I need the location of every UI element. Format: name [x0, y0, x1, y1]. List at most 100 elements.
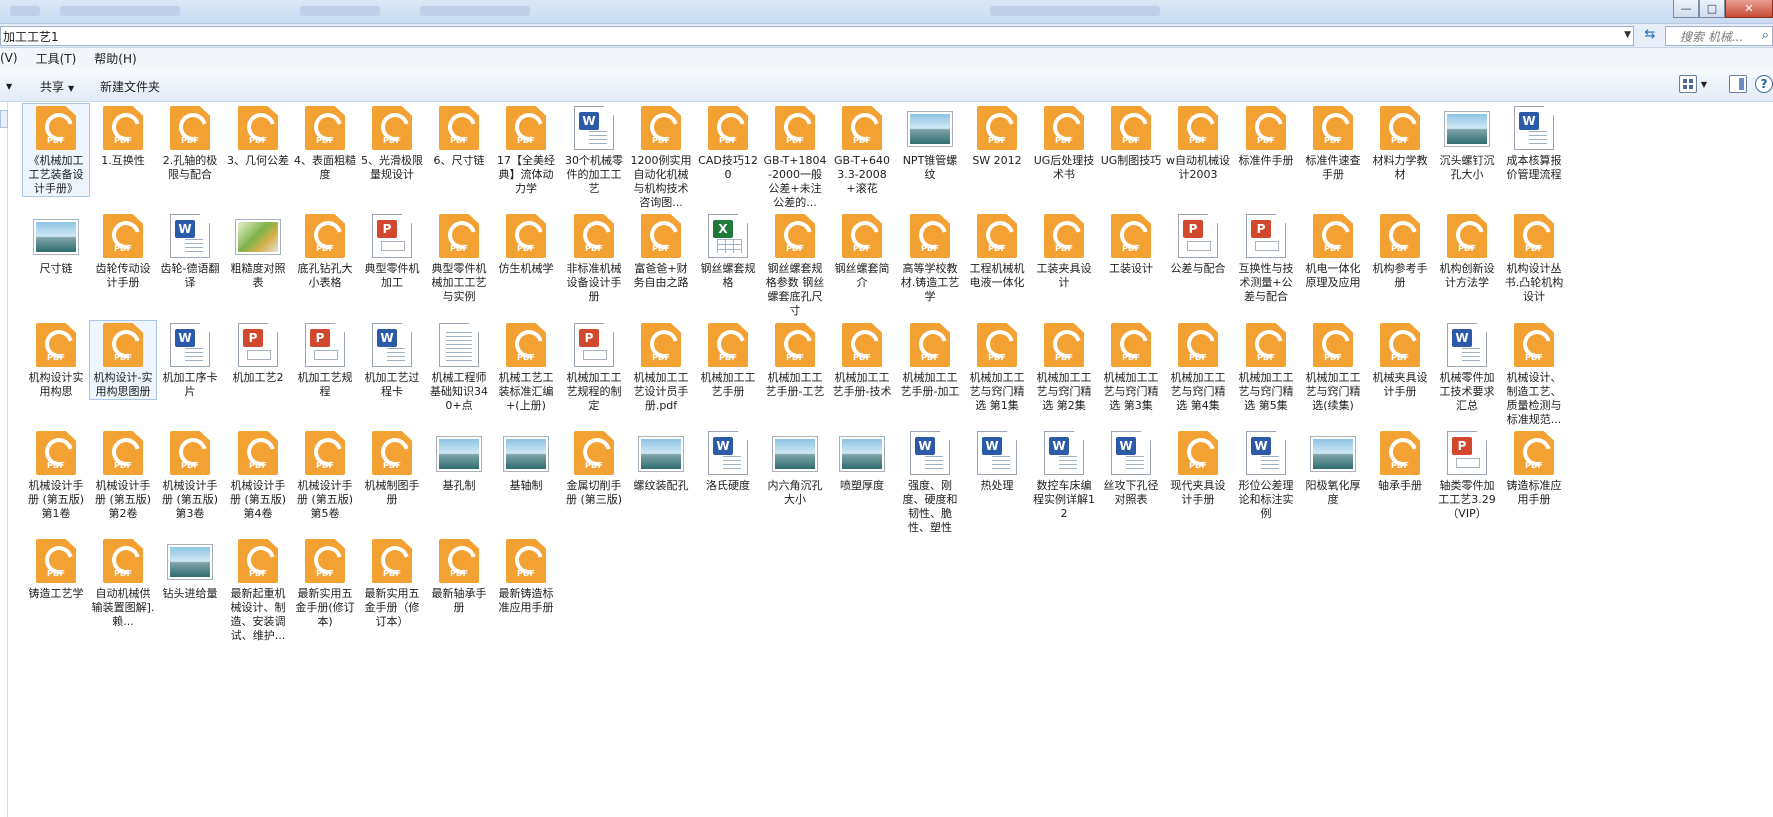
file-item[interactable]: 机械设计手册 (第五版) 第3卷 [157, 429, 223, 521]
view-options-chevron-icon[interactable]: ▼ [1701, 80, 1707, 89]
file-item[interactable]: 机械加工工艺手册-技术 [829, 321, 895, 399]
file-item[interactable]: 铸造工艺学 [23, 537, 89, 601]
file-item[interactable]: 最新实用五金手册（修订本） [359, 537, 425, 629]
chevron-down-icon[interactable]: ▼ [1624, 30, 1631, 40]
file-item[interactable]: 齿轮传动设计手册 [90, 212, 156, 290]
file-item[interactable]: 工装夹具设计 [1031, 212, 1097, 290]
file-item[interactable]: W 成本核算报价管理流程 [1501, 104, 1567, 182]
file-item[interactable]: 底孔钻孔大小表格 [292, 212, 358, 290]
file-item[interactable]: 钻头进给量 [157, 537, 223, 601]
file-item[interactable]: W 机加工艺过程卡 [359, 321, 425, 399]
file-item[interactable]: 机构设计实用构思 [23, 321, 89, 399]
close-button[interactable]: ✕ [1725, 0, 1773, 18]
file-item[interactable]: 现代夹具设计手册 [1165, 429, 1231, 507]
file-item[interactable]: 机构参考手册 [1367, 212, 1433, 290]
file-item[interactable]: GB-T+6403.3-2008+滚花 [829, 104, 895, 196]
file-item[interactable]: 机械加工工艺与窍门精选 第1集 [964, 321, 1030, 413]
menu-item-tools[interactable]: 工具(T) [36, 50, 77, 67]
file-item[interactable]: 2.孔轴的极限与配合 [157, 104, 223, 182]
file-item[interactable]: P 机加工艺2 [225, 321, 291, 385]
file-item[interactable]: 最新实用五金手册(修订本) [292, 537, 358, 629]
file-item[interactable]: UG制图技巧 [1098, 104, 1164, 168]
file-item[interactable]: 机械设计手册 (第五版) 第5卷 [292, 429, 358, 521]
file-item[interactable]: 机械加工工艺与窍门精选 第5集 [1233, 321, 1299, 413]
file-item[interactable]: W 洛氏硬度 [695, 429, 761, 493]
file-item[interactable]: 标准件速查手册 [1300, 104, 1366, 182]
file-item[interactable]: 最新轴承手册 [426, 537, 492, 615]
file-item[interactable]: 机械加工工艺与窍门精选 第3集 [1098, 321, 1164, 413]
file-item[interactable]: 机械设计手册 (第五版) 第1卷 [23, 429, 89, 521]
file-item[interactable]: 机械加工工艺与窍门精选 第4集 [1165, 321, 1231, 413]
maximize-button[interactable]: □ [1699, 0, 1725, 18]
file-item[interactable]: W 机加工序卡片 [157, 321, 223, 399]
file-item[interactable]: 《机械加工工艺装备设计手册》 [22, 103, 90, 197]
file-item[interactable]: P 典型零件机加工 [359, 212, 425, 290]
file-item[interactable]: W 丝攻下孔径对照表 [1098, 429, 1164, 507]
file-item[interactable]: 机械工程师基础知识340+点 [426, 321, 492, 413]
file-item[interactable]: 机械设计手册 (第五版) 第2卷 [90, 429, 156, 521]
file-item[interactable]: 典型零件机械加工工艺与实例 [426, 212, 492, 304]
file-item[interactable]: 机构创新设计方法学 [1434, 212, 1500, 290]
file-item[interactable]: 基轴制 [493, 429, 559, 493]
file-item[interactable]: GB-T+1804-2000一般公差+未注公差的... [762, 104, 828, 210]
file-item[interactable]: NPT锥管螺纹 [897, 104, 963, 182]
file-item[interactable]: 工程机械机电液一体化 [964, 212, 1030, 290]
file-item[interactable]: 仿生机械学 [493, 212, 559, 276]
file-item[interactable]: SW 2012 [964, 104, 1030, 168]
file-item[interactable]: 机械加工工艺与窍门精选 第2集 [1031, 321, 1097, 413]
file-item[interactable]: 1200例实用自动化机械与机构技术咨询图... [628, 104, 694, 210]
change-view-icon[interactable] [1678, 75, 1697, 93]
file-item[interactable]: 富爸爸+财务自由之路 [628, 212, 694, 290]
file-item[interactable]: 钢丝螺套简介 [829, 212, 895, 290]
file-item[interactable]: 钢丝螺套规格参数 钢丝螺套底孔尺寸 [762, 212, 828, 318]
file-item[interactable]: 机械加工工艺手册 [695, 321, 761, 399]
file-item[interactable]: 金属切削手册 (第三版) [561, 429, 627, 507]
file-item[interactable]: W 齿轮-德语翻译 [157, 212, 223, 290]
file-item[interactable]: X 钢丝螺套规格 [695, 212, 761, 290]
file-item[interactable]: 机构设计丛书.凸轮机构设计 [1501, 212, 1567, 304]
menu-item-view[interactable]: (V) [0, 51, 18, 65]
file-item[interactable]: 内六角沉孔大小 [762, 429, 828, 507]
file-item[interactable]: 机械加工工艺手册-加工 [897, 321, 963, 399]
file-item[interactable]: 6、尺寸链 [426, 104, 492, 168]
file-item[interactable]: 4、表面粗糙度 [292, 104, 358, 182]
file-item[interactable]: 机电一体化原理及应用 [1300, 212, 1366, 290]
menu-item-help[interactable]: 帮助(H) [94, 50, 136, 67]
refresh-icon[interactable]: ⇆ [1640, 27, 1660, 45]
search-input[interactable]: 搜索 机械... ⌕ [1665, 26, 1773, 46]
file-item[interactable]: 螺纹装配孔 [628, 429, 694, 493]
share-button[interactable]: 共享 ▼ [40, 78, 74, 95]
file-item[interactable]: P 轴类零件加工工艺3.29（VIP） [1434, 429, 1500, 521]
file-item[interactable]: 基孔制 [426, 429, 492, 493]
organize-dropdown-icon[interactable]: ▼ [2, 78, 12, 92]
file-item[interactable]: P 互换性与技术测量+公差与配合 [1233, 212, 1299, 304]
navigation-pane[interactable] [0, 102, 8, 817]
file-item[interactable]: 轴承手册 [1367, 429, 1433, 493]
new-folder-button[interactable]: 新建文件夹 [100, 78, 160, 95]
file-item[interactable]: W 数控车床编程实例详解12 [1031, 429, 1097, 521]
file-item[interactable]: 自动机械供输装置图解].赖... [90, 537, 156, 629]
file-item[interactable]: 机械加工工艺设计员手册.pdf [628, 321, 694, 413]
file-item[interactable]: 机械工艺工装标准汇编+(上册) [493, 321, 559, 413]
file-item[interactable]: 1.互换性 [90, 104, 156, 168]
file-item[interactable]: 机械加工工艺与窍门精选(续集) [1300, 321, 1366, 413]
file-item[interactable]: CAD技巧120 [695, 104, 761, 182]
file-item[interactable]: 机械制图手册 [359, 429, 425, 507]
file-item[interactable]: P 机加工艺规程 [292, 321, 358, 399]
file-item[interactable]: 阳极氧化厚度 [1300, 429, 1366, 507]
file-item[interactable]: 机构设计-实用构思图册 [89, 320, 157, 400]
file-item[interactable]: 机械加工工艺手册-工艺 [762, 321, 828, 399]
file-item[interactable]: 工装设计 [1098, 212, 1164, 276]
file-item[interactable]: W 热处理 [964, 429, 1030, 493]
file-item[interactable]: 5、光滑极限量规设计 [359, 104, 425, 182]
file-item[interactable]: 机械夹具设计手册 [1367, 321, 1433, 399]
address-bar[interactable]: 加工工艺1 ▼ [0, 26, 1634, 46]
file-item[interactable]: 机械设计、制造工艺、质量检测与标准规范... [1501, 321, 1567, 427]
nav-selected-item[interactable] [0, 110, 8, 128]
file-item[interactable]: 机械设计手册 (第五版) 第4卷 [225, 429, 291, 521]
preview-pane-icon[interactable] [1729, 75, 1747, 93]
file-item[interactable]: W 机械零件加工技术要求汇总 [1434, 321, 1500, 413]
search-icon[interactable]: ⌕ [1762, 28, 1769, 43]
file-item[interactable]: P 机械加工工艺规程的制定 [561, 321, 627, 413]
file-item[interactable]: 高等学校教材.铸造工艺学 [897, 212, 963, 304]
